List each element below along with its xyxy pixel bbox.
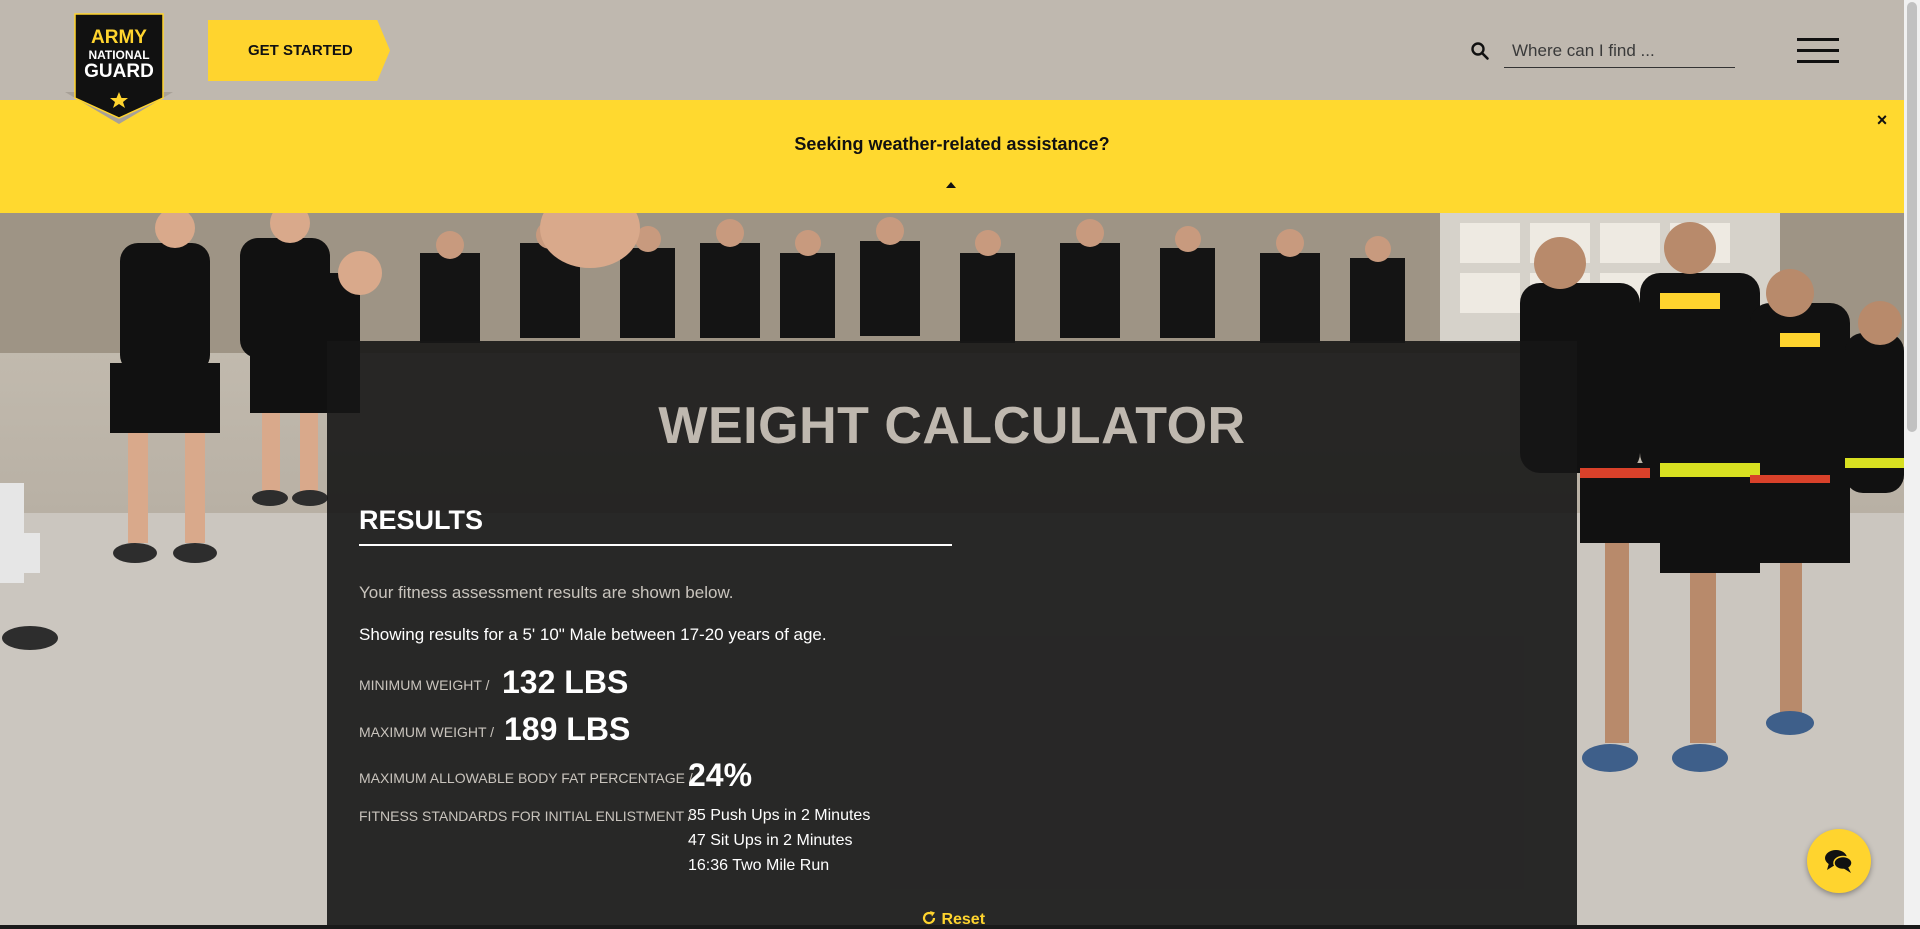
min-weight-value: 132 LBS xyxy=(502,664,629,700)
site-header: ARMY NATIONAL GUARD GET STARTED xyxy=(0,0,1904,124)
fitness-standards-label: FITNESS STANDARDS FOR INITIAL ENLISTMENT… xyxy=(359,808,692,824)
max-weight-label: MAXIMUM WEIGHT / xyxy=(359,724,495,740)
reset-icon xyxy=(922,911,936,925)
page-title: WEIGHT CALCULATOR xyxy=(658,397,1246,455)
get-started-button[interactable]: GET STARTED xyxy=(208,20,390,81)
chat-icon xyxy=(1825,850,1853,873)
alert-message[interactable]: Seeking weather-related assistance? xyxy=(0,134,1904,155)
search-input[interactable] xyxy=(1504,34,1735,68)
search-icon[interactable] xyxy=(1470,41,1490,61)
caret-up-icon[interactable] xyxy=(944,180,958,190)
fitness-standard-situps: 47 Sit Ups in 2 Minutes xyxy=(688,832,853,849)
scrollbar-thumb[interactable] xyxy=(1907,2,1917,432)
min-weight-label: MINIMUM WEIGHT / xyxy=(359,677,490,693)
chat-button[interactable] xyxy=(1807,829,1871,893)
results-heading: RESULTS xyxy=(359,505,952,546)
logo-line-guard: GUARD xyxy=(84,61,154,82)
fitness-standard-pushups: 35 Push Ups in 2 Minutes xyxy=(688,807,871,824)
logo-line-army: ARMY xyxy=(91,27,147,48)
army-national-guard-logo[interactable]: ARMY NATIONAL GUARD xyxy=(65,12,173,124)
results-summary-text: Showing results for a 5' 10" Male betwee… xyxy=(359,625,827,644)
hamburger-menu-icon[interactable] xyxy=(1797,38,1839,64)
results-intro-text: Your fitness assessment results are show… xyxy=(359,583,734,602)
max-weight-value: 189 LBS xyxy=(504,711,631,747)
fitness-standard-run: 16:36 Two Mile Run xyxy=(688,857,830,874)
weather-alert-banner: Seeking weather-related assistance? xyxy=(0,100,1904,213)
reset-label: Reset xyxy=(941,911,986,928)
close-icon[interactable]: × xyxy=(1872,110,1892,130)
body-fat-value: 24% xyxy=(688,757,753,793)
page-scrollbar[interactable] xyxy=(1904,0,1920,925)
weight-calculator-panel: WEIGHT CALCULATOR RESULTS Your fitness a… xyxy=(327,341,1577,928)
reset-button[interactable]: Reset xyxy=(921,910,985,929)
body-fat-label: MAXIMUM ALLOWABLE BODY FAT PERCENTAGE / xyxy=(359,770,693,786)
